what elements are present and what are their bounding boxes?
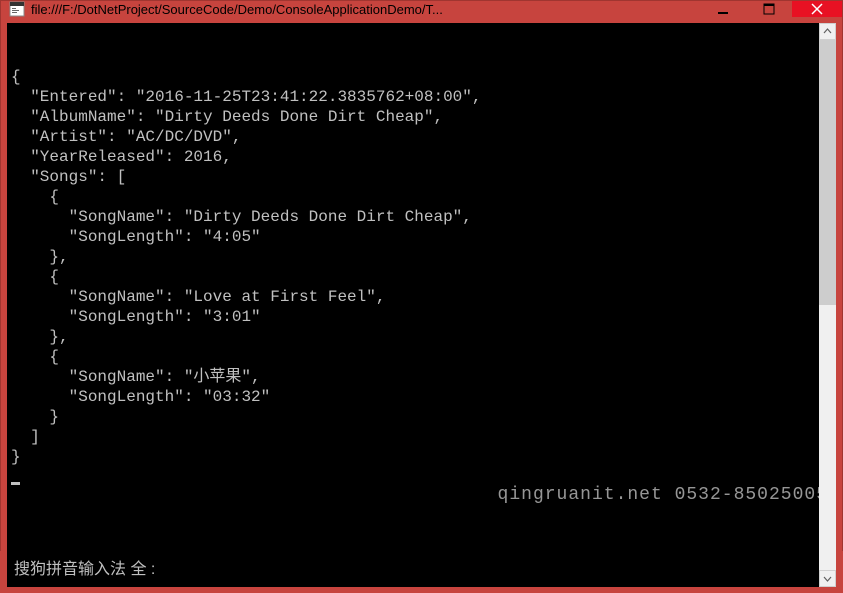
- console-window: file:///F:/DotNetProject/SourceCode/Demo…: [0, 0, 843, 551]
- console-frame: { "Entered": "2016-11-25T23:41:22.383576…: [1, 17, 842, 593]
- window-controls: [700, 1, 842, 17]
- console-area[interactable]: { "Entered": "2016-11-25T23:41:22.383576…: [7, 23, 836, 587]
- minimize-button[interactable]: [700, 1, 746, 17]
- cursor: [11, 482, 20, 485]
- scrollbar-track[interactable]: [819, 40, 836, 570]
- scrollbar-up-button[interactable]: [819, 23, 836, 40]
- ime-status: 搜狗拼音输入法 全 :: [14, 558, 159, 580]
- json-output-text: { "Entered": "2016-11-25T23:41:22.383576…: [11, 68, 481, 466]
- maximize-button[interactable]: [746, 1, 792, 17]
- titlebar[interactable]: file:///F:/DotNetProject/SourceCode/Demo…: [1, 1, 842, 17]
- watermark: qingruanit.net 0532-85025005: [498, 485, 828, 505]
- chevron-up-icon: [823, 27, 832, 36]
- chevron-down-icon: [823, 574, 832, 583]
- console-output: { "Entered": "2016-11-25T23:41:22.383576…: [11, 67, 836, 487]
- scrollbar-thumb[interactable]: [819, 40, 836, 305]
- maximize-icon: [763, 3, 775, 15]
- vertical-scrollbar[interactable]: [819, 23, 836, 587]
- window-title: file:///F:/DotNetProject/SourceCode/Demo…: [31, 2, 700, 17]
- app-icon: [9, 1, 25, 17]
- close-icon: [811, 3, 823, 15]
- close-button[interactable]: [792, 1, 842, 17]
- scrollbar-down-button[interactable]: [819, 570, 836, 587]
- minimize-icon: [717, 3, 729, 15]
